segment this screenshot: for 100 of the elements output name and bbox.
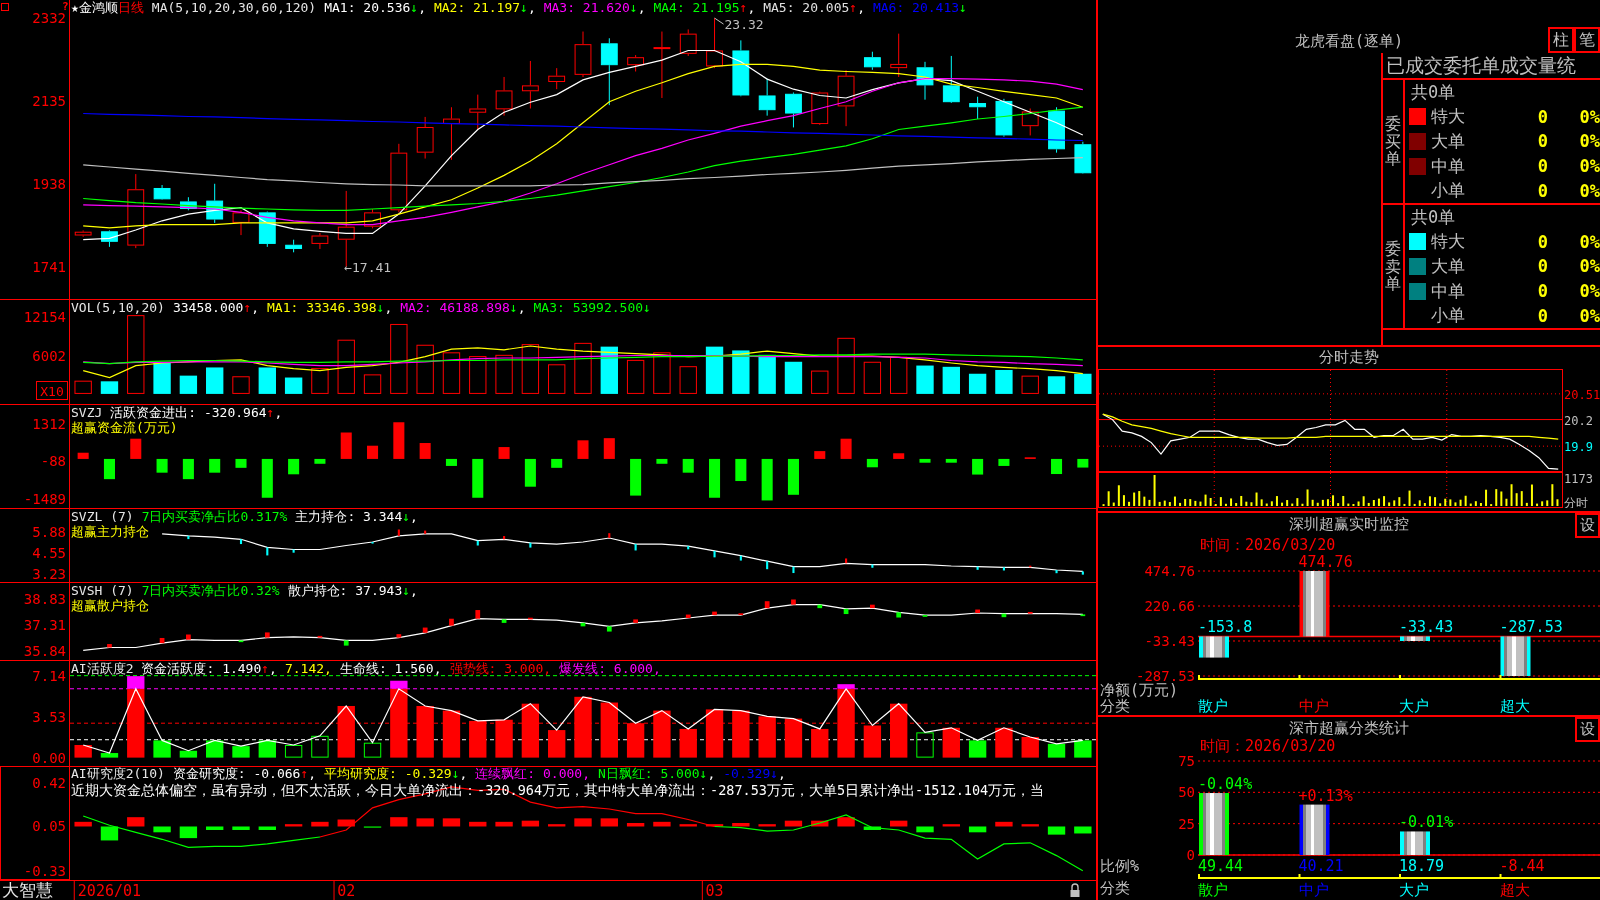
- candlestick: [311, 232, 329, 250]
- value-label: 474.76: [1298, 553, 1353, 571]
- indicator-reading: N日飘红: 5.000↓,: [598, 766, 716, 781]
- tick-mark: [685, 614, 691, 619]
- indicator-reading: MA2: 46188.898↓,: [400, 300, 526, 315]
- fund-flow-bar: [551, 458, 563, 468]
- value-label: -33.43: [1399, 618, 1454, 637]
- indicator-reading: MA3: 53992.500↓: [533, 300, 651, 315]
- candlestick: [390, 143, 408, 213]
- tick-mark: [606, 626, 612, 632]
- table-title: 已成交委托单成交量统: [1386, 52, 1576, 78]
- fund-flow-bar: [998, 458, 1010, 466]
- axis-label: 20.51: [1564, 387, 1600, 402]
- fund-flow-bar: [814, 451, 826, 459]
- category-label: 大户: [1399, 881, 1429, 899]
- fund-flow-bar: [524, 458, 536, 487]
- settings-button[interactable]: 设: [1575, 513, 1600, 538]
- tick-mark: [792, 566, 795, 574]
- chart-type-button[interactable]: 柱: [1548, 27, 1574, 53]
- axis-label: -0.33: [23, 862, 66, 879]
- activity-bar: [311, 735, 329, 758]
- research-bar: [337, 819, 355, 827]
- candlestick: [706, 17, 723, 69]
- research-bar: [390, 817, 408, 827]
- candlestick: [969, 96, 987, 120]
- indicator-name: SVSH (7): [71, 583, 134, 598]
- axis-label: 1938: [32, 175, 66, 192]
- volume-peak-label: 1173: [1564, 472, 1593, 486]
- fund-flow-bar: [314, 458, 326, 464]
- activity-bar: [232, 746, 250, 758]
- axis-title: 分类: [1100, 879, 1130, 897]
- volume-bar: [416, 344, 434, 394]
- activity-bar: [890, 703, 908, 758]
- volume-bar: [390, 323, 408, 394]
- fund-flow-bar: [419, 443, 431, 459]
- tick-mark: [529, 542, 532, 548]
- category-label: 中户: [1298, 881, 1329, 899]
- volume-bar: [337, 339, 355, 394]
- side-label: 委卖单: [1385, 240, 1401, 293]
- indicator-reading: MA2: 21.197↓,: [433, 0, 536, 15]
- category-label: 大户: [1399, 697, 1429, 715]
- axis-label: -1489: [23, 491, 66, 508]
- indicator-reading: 7日内买卖净占比0.317%: [141, 509, 288, 524]
- axis-label: 0: [1186, 847, 1195, 863]
- tick-mark: [843, 608, 849, 615]
- order-type: 大单: [1431, 255, 1465, 278]
- candlestick: [837, 69, 855, 127]
- axis-title: 比例%: [1100, 857, 1140, 875]
- tick-mark: [871, 564, 874, 568]
- research-bar: [784, 820, 803, 827]
- axis-label: 20.2: [1564, 413, 1593, 428]
- activity-bar: [705, 709, 724, 758]
- candlestick: [679, 28, 697, 57]
- order-type: 小单: [1431, 179, 1465, 203]
- research-bar: [521, 820, 540, 827]
- price-annotation: 23.32: [724, 17, 764, 33]
- fund-flow-bar: [130, 438, 142, 459]
- volume-bar: [363, 374, 382, 394]
- order-percent: 0%: [1579, 180, 1600, 201]
- volume-bar: [784, 361, 803, 394]
- candlestick: [1074, 141, 1092, 175]
- candlestick: [785, 92, 802, 128]
- activity-bar: [258, 740, 276, 758]
- fund-flow-bar: [261, 458, 273, 498]
- fund-flow-bar: [367, 445, 379, 459]
- tick-mark: [764, 601, 770, 609]
- volume-bar: [311, 368, 329, 394]
- candlestick: [101, 229, 118, 248]
- brand-label: 大智慧: [2, 880, 53, 900]
- side-label: 委买单: [1385, 115, 1401, 168]
- tick-mark: [766, 561, 769, 570]
- fund-flow-bar: [156, 458, 168, 473]
- activity-bar: [758, 716, 776, 758]
- tick-mark: [896, 612, 902, 618]
- axis-label: 1312: [32, 415, 66, 432]
- research-bar: [968, 826, 987, 833]
- tick-mark: [159, 638, 165, 644]
- research-bar: [206, 826, 224, 830]
- volume-bar: [626, 359, 645, 394]
- research-bar: [758, 824, 776, 827]
- indicator-reading: 主力持仓: 3.344↓,: [295, 509, 418, 524]
- tick-mark: [1001, 613, 1007, 618]
- activity-bar: [942, 727, 960, 758]
- indicator-reading: 资金活跃度: 1.490↑,: [141, 661, 277, 676]
- fund-flow-bar: [1051, 458, 1063, 475]
- timestamp: 时间：2026/03/20: [1200, 535, 1336, 555]
- tick-mark: [475, 610, 481, 619]
- axis-label: 38.83: [23, 591, 66, 608]
- chart-type-button[interactable]: 笔: [1574, 27, 1600, 53]
- indicator-reading: MA4: 21.195↑,: [653, 0, 756, 15]
- axis-label: 35.84: [23, 643, 66, 659]
- activity-bar-top: [390, 680, 408, 689]
- volume-bar: [74, 380, 92, 394]
- candlestick: [758, 78, 776, 117]
- order-type: 特大: [1431, 105, 1465, 129]
- axis-label: 1741: [32, 258, 66, 275]
- tick-mark: [317, 635, 323, 638]
- settings-button[interactable]: 设: [1575, 717, 1600, 742]
- fund-flow-bar: [577, 440, 589, 459]
- axis-label: 12154: [23, 309, 66, 326]
